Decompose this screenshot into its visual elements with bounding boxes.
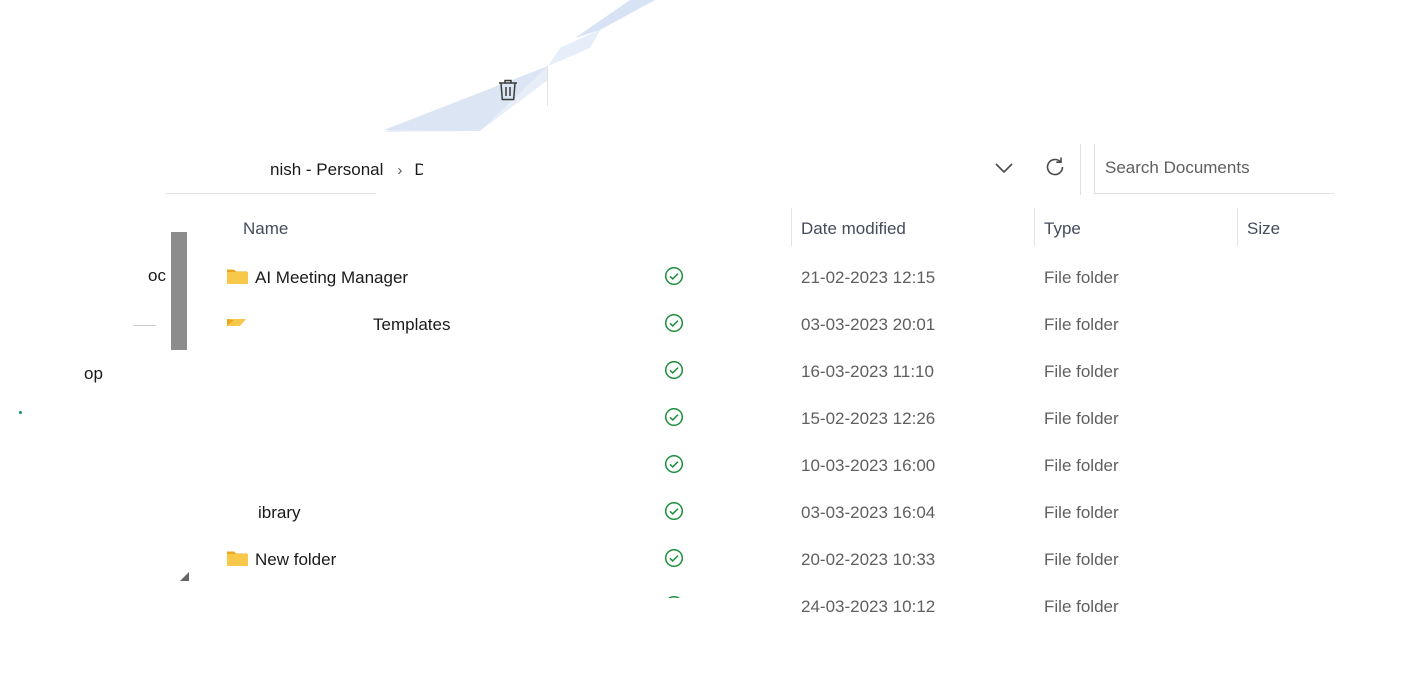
file-date-modified: 03-03-2023 16:04 bbox=[801, 503, 936, 522]
file-date-modified: 21-02-2023 12:15 bbox=[801, 268, 936, 287]
file-type: File folder bbox=[1044, 409, 1119, 428]
nav-item-label[interactable]: oc bbox=[148, 266, 167, 286]
folder-icon bbox=[227, 551, 248, 566]
synced-check-icon bbox=[664, 407, 684, 427]
file-name: ibrary bbox=[258, 503, 301, 522]
nav-item-label[interactable]: op bbox=[84, 364, 106, 384]
address-bar-divider bbox=[1080, 144, 1081, 195]
file-date-modified: 15-02-2023 12:26 bbox=[801, 409, 936, 428]
column-separator[interactable] bbox=[791, 208, 792, 246]
address-bar-border bbox=[166, 193, 376, 194]
breadcrumb-item-onedrive[interactable]: nish - Personal bbox=[270, 160, 383, 180]
toolbar-divider bbox=[547, 66, 548, 106]
file-date-modified: 16-03-2023 11:10 bbox=[801, 362, 934, 381]
address-history-dropdown[interactable] bbox=[990, 156, 1018, 180]
nav-divider bbox=[134, 325, 156, 326]
file-name: AI Meeting Manager bbox=[255, 268, 409, 287]
synced-check-icon bbox=[664, 266, 684, 286]
file-date-modified: 20-02-2023 10:33 bbox=[801, 550, 936, 569]
synced-check-icon bbox=[664, 360, 684, 380]
breadcrumb-item-documents[interactable]: D bbox=[414, 160, 423, 180]
breadcrumb-separator: › bbox=[397, 161, 403, 179]
synced-check-icon bbox=[664, 548, 684, 568]
file-type: File folder bbox=[1044, 315, 1119, 334]
refresh-icon bbox=[1046, 157, 1064, 176]
file-row[interactable]: 16-03-2023 11:10 File folder bbox=[166, 349, 1346, 396]
file-type: File folder bbox=[1044, 597, 1119, 616]
synced-check-icon bbox=[664, 595, 684, 615]
file-type: File folder bbox=[1044, 550, 1119, 569]
file-type: File folder bbox=[1044, 362, 1119, 381]
file-row[interactable]: Templates 03-03-2023 20:01 File folder bbox=[166, 302, 1346, 349]
file-type: File folder bbox=[1044, 268, 1119, 287]
file-row[interactable]: AI Meeting Manager 21-02-2023 12:15 File… bbox=[166, 255, 1346, 302]
synced-check-icon bbox=[664, 454, 684, 474]
column-header-date-modified[interactable]: Date modified bbox=[801, 216, 906, 242]
refresh-button[interactable] bbox=[1040, 153, 1070, 181]
search-input[interactable] bbox=[1095, 144, 1325, 192]
column-header-size[interactable]: Size bbox=[1247, 216, 1280, 242]
decorative-streak bbox=[384, 0, 655, 132]
file-date-modified: 03-03-2023 20:01 bbox=[801, 315, 936, 334]
column-header-type[interactable]: Type bbox=[1044, 216, 1081, 242]
file-type: File folder bbox=[1044, 456, 1119, 475]
search-box[interactable] bbox=[1094, 144, 1334, 194]
file-name: Templates bbox=[373, 315, 451, 334]
breadcrumb: nish - Personal › D bbox=[270, 159, 423, 181]
file-row[interactable]: 15-02-2023 12:26 File folder bbox=[166, 396, 1346, 443]
file-row[interactable]: 10-03-2023 16:00 File folder bbox=[166, 443, 1346, 490]
chevron-down-icon bbox=[995, 163, 1013, 173]
file-name: New folder bbox=[255, 550, 337, 569]
file-type: File folder bbox=[1044, 503, 1119, 522]
delete-button[interactable] bbox=[494, 76, 522, 104]
synced-check-icon bbox=[664, 501, 684, 521]
file-row[interactable]: New folder 20-02-2023 10:33 File folder bbox=[166, 537, 1346, 584]
column-separator[interactable] bbox=[1034, 208, 1035, 246]
column-header-name[interactable]: Name bbox=[243, 216, 288, 242]
trash-icon bbox=[499, 79, 517, 101]
folder-icon bbox=[227, 269, 248, 284]
file-date-modified: 24-03-2023 10:12 bbox=[801, 597, 936, 616]
column-separator[interactable] bbox=[1237, 208, 1238, 246]
file-row[interactable]: ibrary 03-03-2023 16:04 File folder bbox=[166, 490, 1346, 537]
nav-status-dot bbox=[19, 411, 22, 414]
folder-open-icon bbox=[227, 319, 246, 326]
synced-check-icon bbox=[664, 313, 684, 333]
file-date-modified: 10-03-2023 16:00 bbox=[801, 456, 936, 475]
file-row[interactable]: 24-03-2023 10:12 File folder bbox=[166, 584, 1346, 631]
